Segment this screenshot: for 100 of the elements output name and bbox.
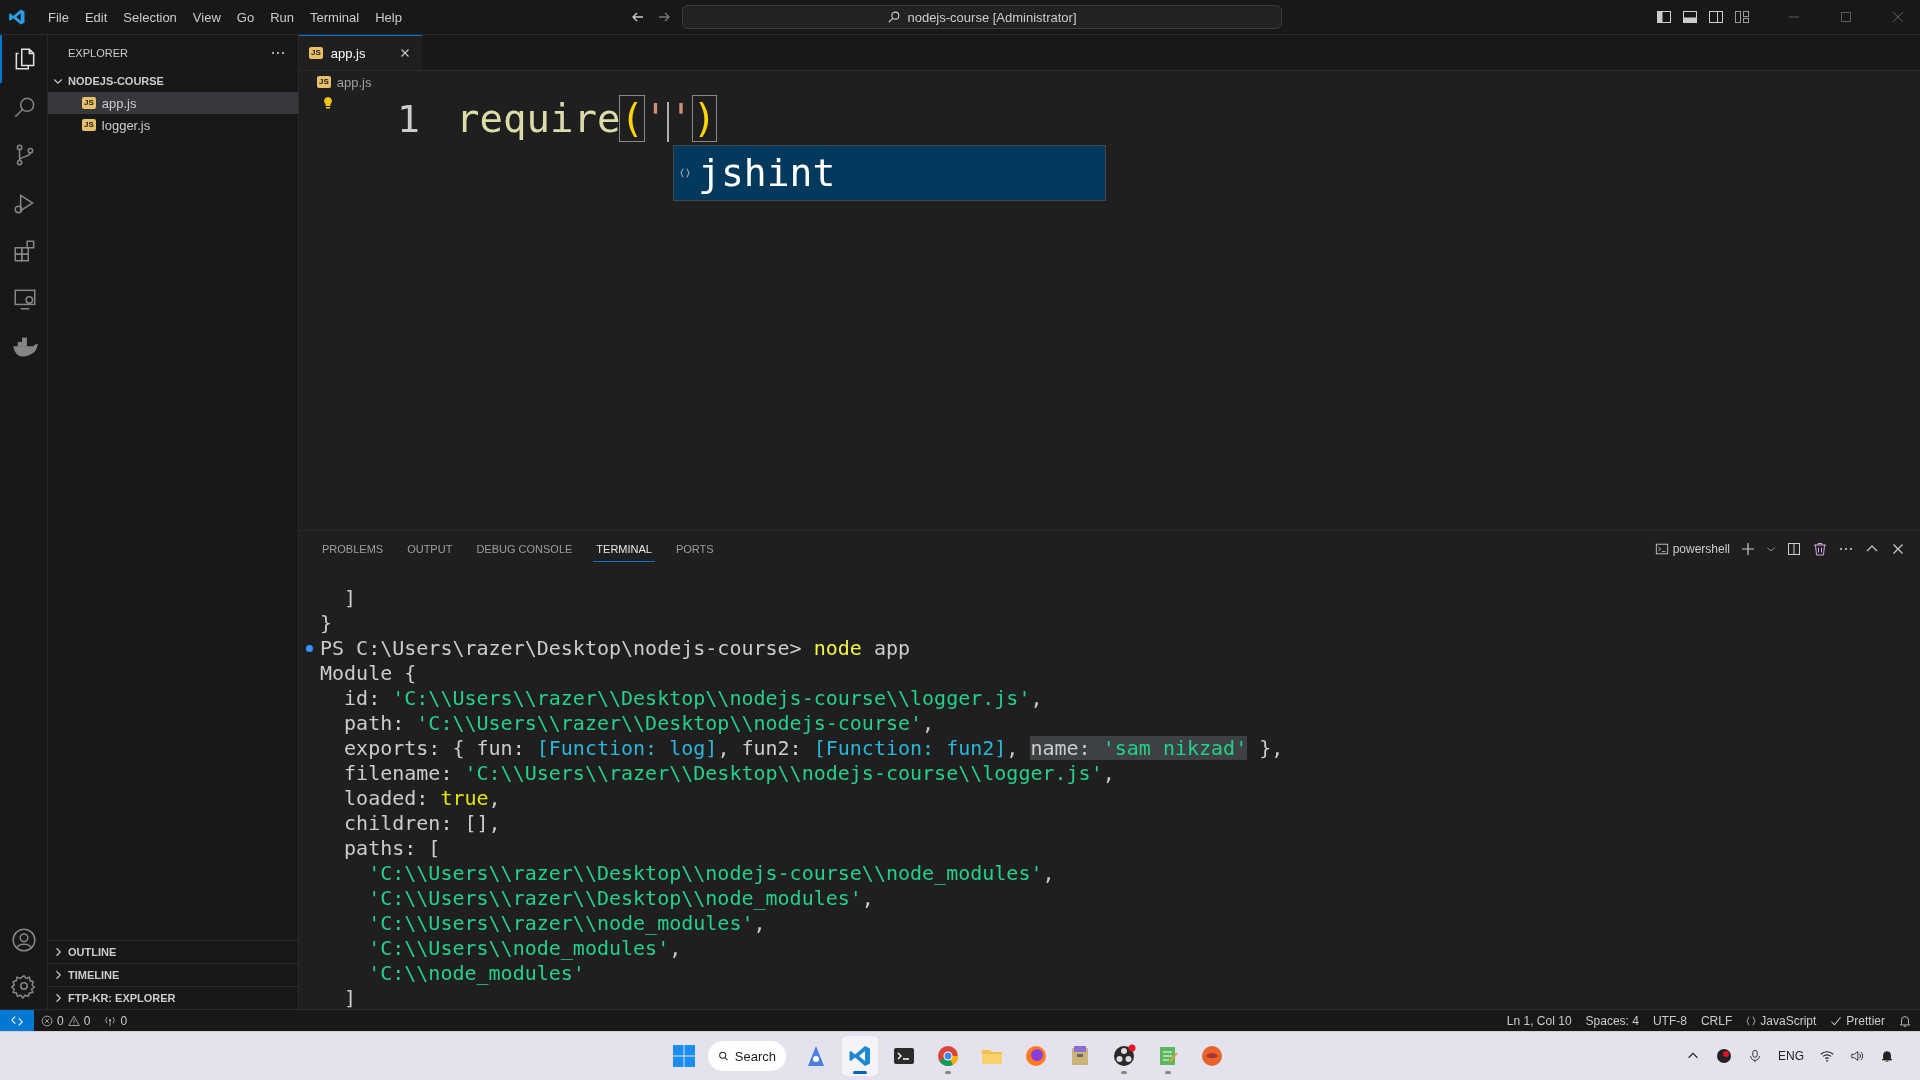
terminal-line: ] [343,586,357,611]
js-file-icon: JS [82,97,96,109]
file-name: logger.js [101,117,151,133]
terminal-line: ] [343,986,357,1009]
wifi-icon[interactable] [1820,1049,1834,1063]
module-icon [680,167,690,179]
code-editor-icon [848,1044,872,1068]
menu-item[interactable]: Help [367,5,410,29]
panel-tab[interactable]: DEBUG CONSOLE [473,535,576,562]
menu-item[interactable]: Go [228,5,263,29]
status-item[interactable]: JavaScript [1739,1013,1824,1028]
terminal-line: 'C:\\Users\\node_modules', [367,936,682,961]
trash-icon[interactable] [1812,540,1828,557]
running-indicator [853,1071,867,1074]
status-item[interactable]: CRLF [1693,1013,1740,1028]
problems-status[interactable]: 0 0 [34,1013,98,1028]
input-language[interactable]: ENG [1778,1049,1804,1063]
terminal-line: 'C:\\Users\\razer\\Desktop\\node_modules', [367,886,874,911]
toggle-secondary-sidebar-icon[interactable] [1708,9,1724,25]
terminal-line: id: 'C:\\Users\\razer\\Desktop\\nodejs-course\\logger.js', [343,686,1043,711]
maximize-icon[interactable] [1838,9,1854,25]
terminal-line: loaded: true, [343,786,501,811]
command-center[interactable]: nodejs-course [Administrator] [682,5,1282,29]
error-count: 0 [57,1013,64,1028]
warning-icon [67,1014,80,1027]
panel-tab[interactable]: TERMINAL [593,535,655,562]
suggestion-item[interactable]: jshint [674,146,1105,200]
menu-item[interactable]: Terminal [302,5,368,29]
menu-item[interactable]: View [184,5,229,29]
search-icon [887,10,902,24]
customize-layout-icon[interactable] [1734,9,1750,25]
explorer-entry[interactable]: JS app.js [48,92,298,114]
sidebar-title: EXPLORER [68,46,128,59]
terminal-line: 'C:\\node_modules' [367,961,585,986]
taskbar-search[interactable]: Search [708,1041,786,1071]
terminal-line: exports: { fun: [Function: log], fun2: [Function: fun2], name: 'sam nikzad' }, [343,736,1284,761]
code-line: require('') [456,95,717,143]
check-icon [1830,1014,1843,1027]
windows-start-icon[interactable] [672,1044,696,1068]
toggle-sidebar-icon[interactable] [1656,9,1672,25]
tab-label: app.js [330,45,366,61]
terminal-line: filename: 'C:\\Users\\razer\\Desktop\\nodejs-course\\logger.js', [343,761,1115,786]
status-item[interactable]: Spaces: 4 [1578,1013,1646,1028]
running-indicator [1165,1071,1171,1074]
notification-bell-icon[interactable] [1898,1013,1912,1028]
explorer-entry[interactable]: JS logger.js [48,114,298,136]
sidebar-section[interactable]: OUTLINE [48,940,298,963]
speaker-icon[interactable] [1850,1049,1864,1063]
sidebar-section[interactable]: TIMELINE [48,963,298,986]
menu-item[interactable]: File [40,5,77,29]
error-icon [41,1014,53,1027]
split-icon[interactable] [1786,540,1802,557]
microphone-icon[interactable] [1748,1049,1762,1063]
terminal-selector[interactable]: powershell [1654,541,1730,556]
terminal-line: 'C:\\Users\\razer\\node_modules', [367,911,766,936]
toggle-panel-icon[interactable] [1682,9,1698,25]
account-icon[interactable] [10,927,37,953]
ports-status[interactable]: 0 [97,1013,135,1028]
file-name: app.js [101,95,137,111]
menu-item[interactable]: Run [262,5,302,29]
terminal-line: path: 'C:\\Users\\razer\\Desktop\\nodejs-course', [343,711,935,736]
warning-count: 0 [83,1013,91,1028]
terminal-line: children: [], [343,811,501,836]
editor-tab[interactable]: JS app.js [299,35,422,70]
workspace-title: nodejs-course [Administrator] [907,9,1077,25]
recorder-icon [1112,1044,1136,1068]
remote-button[interactable] [0,1010,34,1031]
status-item[interactable]: Prettier [1823,1013,1892,1028]
breadcrumb[interactable]: app.js [336,74,372,90]
line-number: 1 [397,96,420,143]
terminal-icon [1654,541,1669,556]
terminal-line: paths: [ [343,836,441,861]
tray-app-icon[interactable] [1716,1048,1732,1064]
chrome-icon [936,1044,960,1068]
js-file-icon: JS [309,47,323,59]
status-item[interactable]: Ln 1, Col 10 [1499,1013,1579,1028]
panel-tab[interactable]: OUTPUT [404,535,456,562]
settings-icon[interactable] [10,973,37,999]
menu-item[interactable]: Edit [76,5,116,29]
firefox-icon [1024,1044,1048,1068]
vscode-logo-icon [8,8,26,26]
js-file-icon: JS [82,119,96,131]
taskbar-app[interactable] [842,1036,878,1076]
running-indicator [945,1071,951,1074]
terminal-line: Module { [320,661,417,686]
search-icon [718,1049,729,1063]
menu-item[interactable]: Selection [115,5,185,29]
round-app-icon [1200,1044,1224,1068]
plus-icon[interactable] [1740,540,1756,557]
panel-tab[interactable]: PROBLEMS [319,535,387,562]
remote-icon [10,1013,24,1028]
notification-bell-icon[interactable] [1880,1049,1894,1063]
terminal-line: 'C:\\Users\\razer\\Desktop\\nodejs-course\\node_modules', [367,861,1055,886]
status-item[interactable]: UTF-8 [1645,1013,1694,1028]
terminal-line: PS C:\Users\razer\Desktop\nodejs-course> node app [320,636,911,661]
terminal-line: } [320,611,333,636]
braces-icon [1746,1014,1757,1027]
panel-tab[interactable]: PORTS [672,535,717,562]
folder-header[interactable]: NODEJS-COURSE [48,70,298,92]
antenna-icon [104,1014,117,1027]
